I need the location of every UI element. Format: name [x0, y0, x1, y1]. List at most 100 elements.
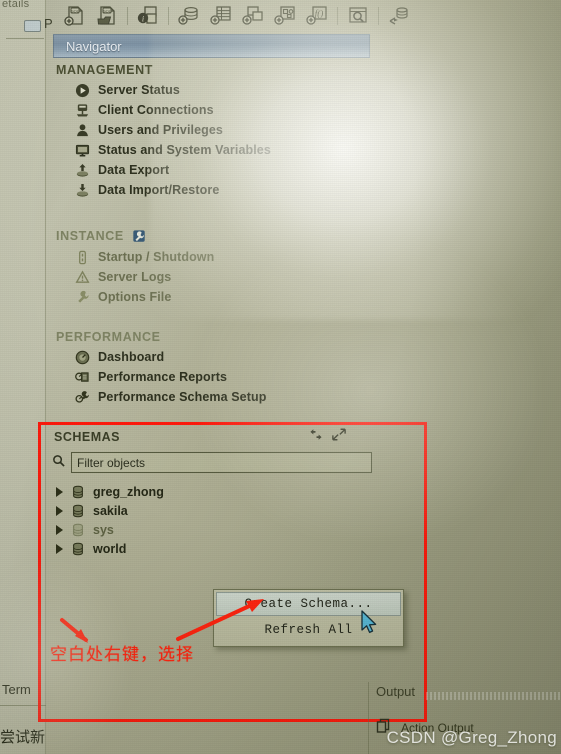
svg-text:f(): f() — [315, 8, 324, 18]
sidebar-item-label: Performance Reports — [98, 370, 228, 384]
sidebar-item-performance-schema-setup[interactable]: Performance Schema Setup — [56, 387, 386, 407]
menu-item-label: Create Schema... — [244, 597, 373, 611]
schema-icon — [70, 522, 86, 538]
navigator-title-bar[interactable]: Navigator — [53, 34, 370, 58]
sidebar-item-performance-reports[interactable]: Performance Reports — [56, 367, 386, 387]
mouse-cursor — [361, 610, 379, 636]
new-view-icon[interactable] — [238, 1, 268, 30]
tree-item-label: sys — [93, 522, 114, 537]
sidebar-item-label: Data Import/Restore — [98, 183, 220, 197]
expand-panel-icon[interactable] — [332, 428, 346, 446]
sidebar-item-label: Client Connections — [98, 103, 214, 117]
sidebar-item-status-and-system-variables[interactable]: Status and System Variables — [56, 140, 386, 160]
schema-icon — [70, 503, 86, 519]
server-status-icon — [74, 82, 90, 98]
tree-item-label: sakila — [93, 503, 128, 518]
bottom-tab-term[interactable]: Term — [2, 682, 31, 697]
sidebar-item-label: Server Logs — [98, 270, 172, 284]
sidebar-item-label: Dashboard — [98, 350, 165, 364]
sidebar-item-label: Options File — [98, 290, 172, 304]
tree-item-label: world — [93, 541, 127, 556]
open-sql-file-icon[interactable]: SQL — [92, 1, 122, 30]
sidebar-item-options-file[interactable]: Options File — [56, 287, 386, 307]
chevron-right-icon[interactable] — [56, 505, 63, 516]
search-icon — [52, 454, 65, 472]
sidebar-item-client-connections[interactable]: Client Connections — [56, 100, 386, 120]
background-window-edge: etails — [0, 0, 46, 754]
options-file-icon — [74, 289, 90, 305]
chevron-right-icon[interactable] — [56, 543, 63, 554]
sidebar-item-users-and-privileges[interactable]: Users and Privileges — [56, 120, 386, 140]
table-info-icon[interactable]: i — [133, 1, 163, 30]
sidebar-item-dashboard[interactable]: Dashboard — [56, 347, 386, 367]
section-heading-label: MANAGEMENT — [56, 63, 153, 77]
sidebar-item-data-export[interactable]: Data Export — [56, 160, 386, 180]
sidebar-item-label: Performance Schema Setup — [98, 390, 267, 404]
navigator-toolbar: SQL SQL i f() — [46, 0, 561, 32]
new-schema-icon[interactable] — [174, 1, 204, 30]
toolbar-separator — [168, 6, 169, 25]
schemas-heading: SCHEMAS — [54, 430, 121, 444]
toolbar-separator — [378, 6, 379, 25]
sidebar-item-server-logs[interactable]: Server Logs — [56, 267, 386, 287]
performance-schema-setup-icon — [74, 389, 90, 405]
background-window-chip-icon — [24, 20, 41, 32]
schemas-filter-row: Filter objects — [52, 452, 372, 473]
chevron-right-icon[interactable] — [56, 524, 63, 535]
svg-text:SQL: SQL — [103, 8, 112, 13]
divider — [6, 38, 44, 39]
navigator-title-label: Navigator — [66, 38, 122, 54]
refresh-schemas-icon[interactable] — [309, 428, 323, 446]
tree-item-world[interactable]: world — [54, 539, 354, 558]
sidebar-item-server-status[interactable]: Server Status — [56, 80, 386, 100]
tree-item-sakila[interactable]: sakila — [54, 501, 354, 520]
toolbar-separator — [127, 6, 128, 25]
background-window-label: etails — [2, 0, 30, 10]
status-variables-icon — [74, 142, 90, 158]
schema-icon — [70, 484, 86, 500]
reconnect-server-icon[interactable] — [384, 1, 414, 30]
output-panel-title: Output — [376, 684, 416, 699]
svg-text:SQL: SQL — [71, 8, 80, 13]
filter-objects-value: Filter objects — [77, 455, 146, 470]
sidebar-item-startup-shutdown[interactable]: Startup / Shutdown — [56, 247, 386, 267]
tree-item-greg_zhong[interactable]: greg_zhong — [54, 482, 354, 501]
new-table-icon[interactable] — [206, 1, 236, 30]
navigator-section-performance: PERFORMANCE Dashboard Performance Report… — [56, 330, 386, 407]
startup-shutdown-icon — [74, 249, 90, 265]
menu-item-label: Refresh All — [264, 622, 353, 637]
sidebar-item-data-import-restore[interactable]: Data Import/Restore — [56, 180, 386, 200]
bottom-left-chinese-text: 尝试新 — [0, 728, 46, 746]
section-heading-performance: PERFORMANCE — [56, 330, 386, 344]
toolbar-separator — [337, 6, 338, 25]
tree-item-sys[interactable]: sys — [54, 520, 354, 539]
output-panel-grip[interactable] — [426, 692, 561, 700]
section-heading-management: MANAGEMENT — [56, 63, 386, 77]
filter-objects-input[interactable]: Filter objects — [71, 452, 372, 473]
server-logs-icon — [74, 269, 90, 285]
new-sql-file-icon[interactable]: SQL — [60, 1, 90, 30]
data-export-icon — [74, 162, 90, 178]
sidebar-item-label: Users and Privileges — [98, 123, 223, 137]
performance-reports-icon — [74, 369, 90, 385]
annotation-text: 空白处右键，选择 — [50, 645, 194, 665]
sidebar-item-label: Status and System Variables — [98, 143, 271, 157]
navigator-section-management: MANAGEMENT Server Status Client Connecti… — [56, 63, 386, 200]
users-privileges-icon — [74, 122, 90, 138]
search-table-data-icon[interactable] — [343, 1, 373, 30]
schema-icon — [70, 541, 86, 557]
instance-wrench-icon[interactable] — [131, 228, 147, 244]
tree-item-label: greg_zhong — [93, 484, 164, 499]
section-heading-label: INSTANCE — [56, 229, 124, 243]
new-function-icon[interactable]: f() — [302, 1, 332, 30]
svg-text:i: i — [142, 14, 144, 23]
client-connections-icon — [74, 102, 90, 118]
section-heading-label: PERFORMANCE — [56, 330, 161, 344]
divider — [0, 705, 46, 706]
dashboard-icon — [74, 349, 90, 365]
csdn-watermark: CSDN @Greg_Zhong — [386, 728, 557, 747]
section-heading-instance: INSTANCE — [56, 228, 386, 244]
new-procedure-icon[interactable] — [270, 1, 300, 30]
chevron-right-icon[interactable] — [56, 486, 63, 497]
sidebar-item-label: Server Status — [98, 83, 180, 97]
